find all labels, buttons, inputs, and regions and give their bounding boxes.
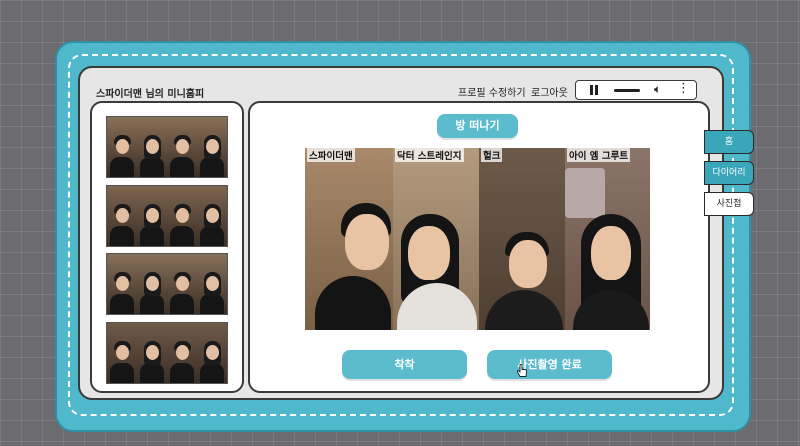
photo-strip-person [107, 254, 137, 314]
photo-strip[interactable] [106, 185, 228, 247]
page-title: 스파이더맨 님의 미니홈피 [96, 89, 205, 100]
hand-cursor-icon [516, 364, 527, 377]
music-player: 🔈︎ ⋮ [575, 80, 697, 100]
photo-strip-person [107, 117, 137, 177]
photo-strip-person [167, 254, 197, 314]
video-tile: 헐크 [479, 148, 565, 330]
photo-strip-person [137, 117, 167, 177]
logout-link[interactable]: 로그아웃 [531, 84, 568, 99]
tab-photo-album[interactable]: 사진첩 [704, 192, 754, 216]
participant-name: 아이 엠 그루트 [567, 148, 631, 162]
photo-strip-person [197, 254, 227, 314]
photo-complete-button[interactable]: 사진촬영 완료 [487, 350, 612, 379]
photo-strip-person [107, 323, 137, 383]
volume-icon[interactable]: 🔈︎ [654, 82, 661, 97]
photo-strip[interactable] [106, 253, 228, 315]
participant-name: 스파이더맨 [307, 148, 355, 162]
wear-button[interactable]: 착착 [342, 350, 467, 379]
photo-strip-person [197, 117, 227, 177]
participant-name: 닥터 스트레인지 [395, 148, 464, 162]
video-tile: 닥터 스트레인지 [393, 148, 479, 330]
photo-strip-person [137, 186, 167, 246]
photo-strip-person [137, 323, 167, 383]
photo-strip-person [167, 186, 197, 246]
participant-name: 헐크 [481, 148, 503, 162]
tab-home[interactable]: 홈 [704, 130, 754, 154]
more-vertical-icon[interactable]: ⋮ [677, 81, 690, 96]
video-tile: 스파이더맨 [305, 148, 393, 330]
pause-icon[interactable] [590, 85, 598, 95]
photo-strip[interactable] [106, 322, 228, 384]
photo-strip-person [197, 323, 227, 383]
edit-profile-link[interactable]: 프로필 수정하기 [458, 84, 526, 99]
video-tile: 아이 엠 그루트 [565, 148, 650, 330]
photo-strip-person [197, 186, 227, 246]
photo-strip-person [137, 254, 167, 314]
progress-bar[interactable] [614, 89, 640, 92]
photo-strip-person [167, 117, 197, 177]
photo-strip-person [107, 186, 137, 246]
photo-strip[interactable] [106, 116, 228, 178]
photo-strip-person [167, 323, 197, 383]
video-grid: 스파이더맨 닥터 스트레인지 헐크 아이 엠 그루트 [305, 148, 650, 330]
leave-room-button[interactable]: 방 떠나기 [437, 114, 518, 138]
tab-diary[interactable]: 다이어리 [704, 161, 754, 185]
